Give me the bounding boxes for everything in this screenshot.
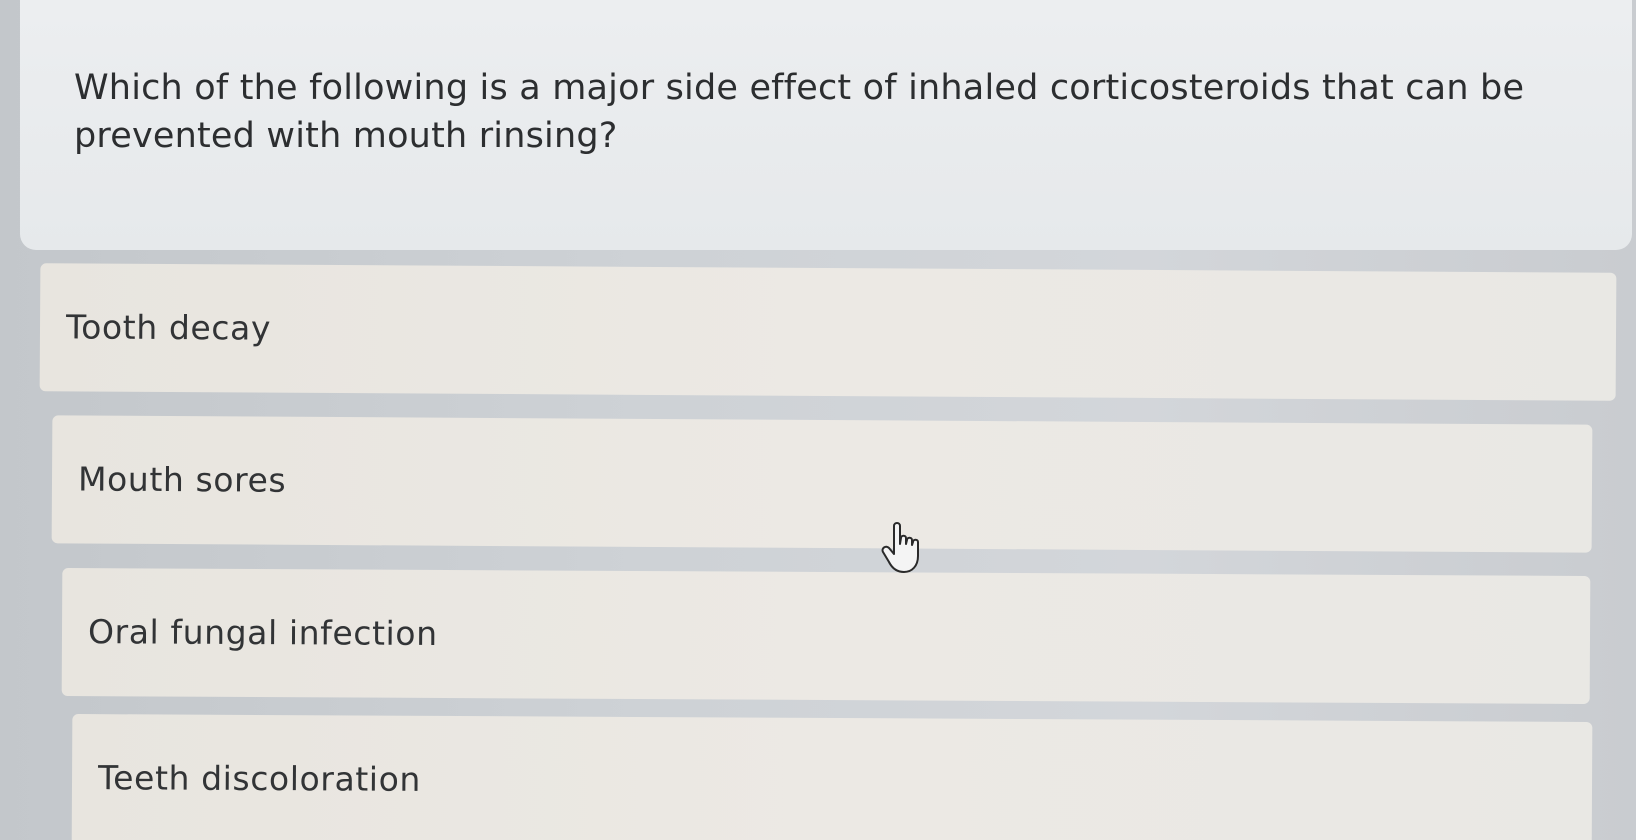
- question-text: Which of the following is a major side e…: [74, 68, 1525, 156]
- answer-option-oral-fungal-infection[interactable]: Oral fungal infection: [61, 568, 1591, 704]
- hand-pointer-icon: [881, 522, 919, 573]
- answer-option-label: Oral fungal infection: [87, 612, 438, 653]
- answer-option-label: Teeth discoloration: [97, 758, 422, 799]
- answer-option-label: Tooth decay: [65, 307, 272, 348]
- quiz-screen: Which of the following is a major side e…: [0, 0, 1636, 840]
- answer-option-teeth-discoloration[interactable]: Teeth discoloration: [71, 714, 1593, 840]
- answer-option-tooth-decay[interactable]: Tooth decay: [39, 263, 1617, 401]
- answer-option-mouth-sores[interactable]: Mouth sores: [51, 415, 1593, 553]
- answer-option-label: Mouth sores: [77, 459, 287, 500]
- question-card: Which of the following is a major side e…: [20, 0, 1632, 250]
